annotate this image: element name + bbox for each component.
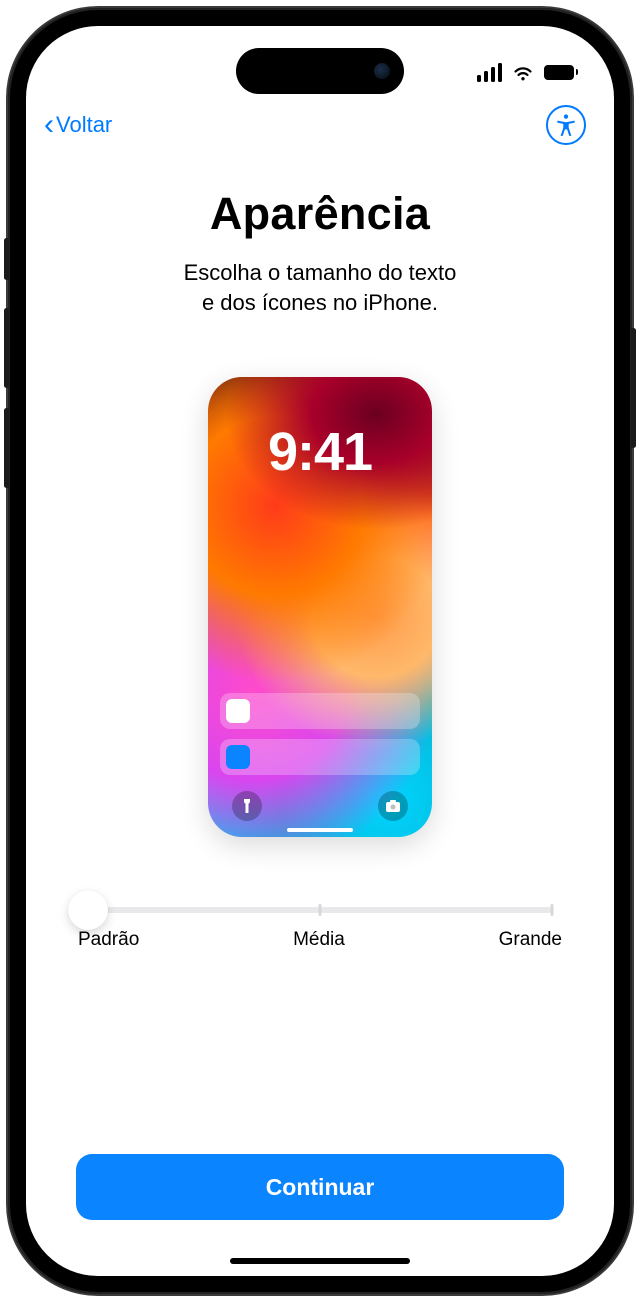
iphone-device-frame: ‹ Voltar Aparência Escolha o tamanho do … <box>8 8 632 1294</box>
preview-widget-row <box>220 739 420 775</box>
silent-switch <box>4 238 9 280</box>
page-title: Aparência <box>210 188 430 240</box>
home-indicator <box>230 1258 410 1264</box>
back-button[interactable]: ‹ Voltar <box>44 110 112 140</box>
chevron-left-icon: ‹ <box>44 110 54 140</box>
main-content: Aparência Escolha o tamanho do texto e d… <box>26 148 614 1154</box>
volume-up-button <box>4 308 9 388</box>
power-button <box>631 328 636 448</box>
slider-thumb[interactable] <box>68 890 108 930</box>
dynamic-island <box>236 48 404 94</box>
size-slider[interactable] <box>88 907 552 913</box>
navigation-bar: ‹ Voltar <box>26 92 614 148</box>
slider-label-medium: Média <box>293 929 345 951</box>
flashlight-icon <box>232 791 262 821</box>
continue-button[interactable]: Continuar <box>76 1154 564 1220</box>
accessibility-icon <box>553 112 579 138</box>
cellular-signal-icon <box>477 63 503 82</box>
preview-widget-icon <box>226 745 250 769</box>
preview-widget-icon <box>226 699 250 723</box>
screen: ‹ Voltar Aparência Escolha o tamanho do … <box>26 26 614 1276</box>
back-button-label: Voltar <box>56 112 112 138</box>
preview-widget-row <box>220 693 420 729</box>
front-camera <box>374 63 390 79</box>
slider-tick <box>551 904 554 916</box>
accessibility-button[interactable] <box>546 105 586 145</box>
camera-icon <box>378 791 408 821</box>
preview-home-indicator <box>287 828 353 832</box>
size-slider-section: Padrão Média Grande <box>66 887 574 951</box>
preview-widgets <box>220 693 420 775</box>
preview-clock: 9:41 <box>208 421 432 483</box>
wifi-icon <box>511 60 535 84</box>
slider-tick <box>319 904 322 916</box>
battery-icon <box>544 65 578 80</box>
slider-label-default: Padrão <box>78 929 139 951</box>
preview-bottom-controls <box>208 791 432 821</box>
volume-down-button <box>4 408 9 488</box>
slider-label-large: Grande <box>499 929 562 951</box>
page-subtitle: Escolha o tamanho do texto e dos ícones … <box>184 258 457 317</box>
slider-labels: Padrão Média Grande <box>76 929 564 951</box>
lock-screen-preview: 9:41 <box>208 377 432 837</box>
